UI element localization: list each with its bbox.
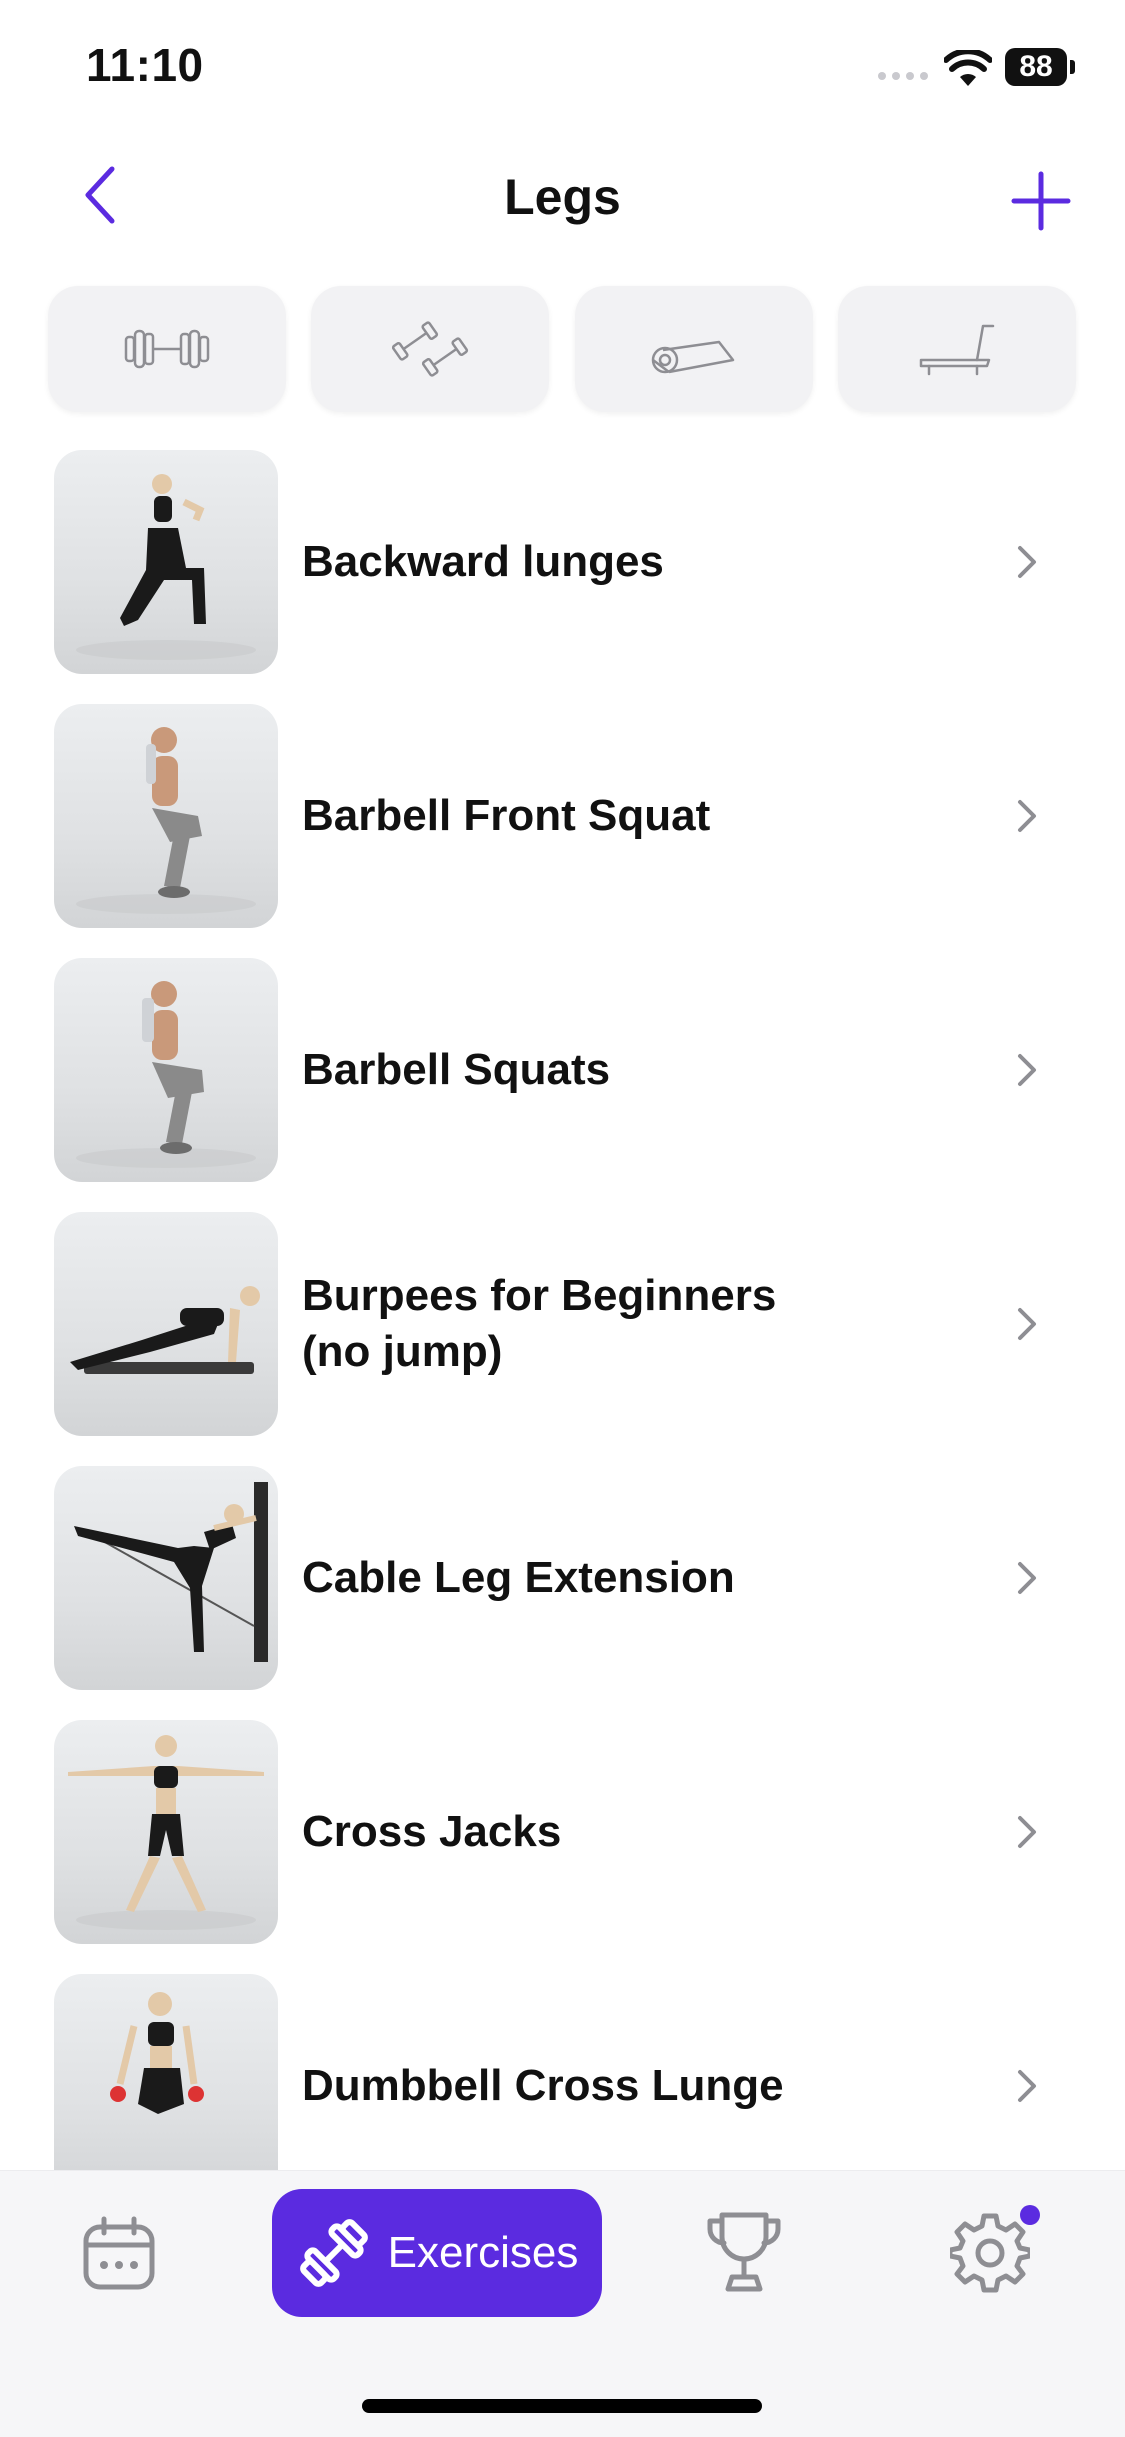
exercise-row-cable-leg-extension[interactable]: Cable Leg Extension: [0, 1464, 1125, 1718]
filter-treadmill[interactable]: [837, 286, 1076, 412]
gear-icon[interactable]: [950, 2213, 1030, 2293]
exercise-thumbnail: [54, 958, 278, 1182]
cellular-signal-icon: [878, 72, 928, 80]
figure-dumbbell-lunge-image: [74, 1992, 254, 2194]
treadmill-icon: [919, 324, 995, 376]
exercise-name: Burpees for Beginners (no jump): [302, 1271, 777, 1376]
figure-cable-kickback-image: [74, 1482, 268, 1662]
dumbbells-icon: [392, 321, 469, 377]
chevron-right-icon: [1018, 800, 1036, 832]
exercise-thumbnail: [54, 704, 278, 928]
exercise-name: Cable Leg Extension: [302, 1553, 735, 1602]
wifi-icon: [944, 50, 992, 86]
status-bar: 11:10 88: [0, 0, 1125, 140]
barbell-icon: [124, 329, 210, 369]
chevron-right-icon: [1018, 1816, 1036, 1848]
exercise-thumbnail: [54, 1212, 278, 1436]
exercise-name: Backward lunges: [302, 537, 664, 586]
notification-dot: [1020, 2205, 1040, 2225]
exercise-thumbnail: [54, 1974, 278, 2198]
chevron-right-icon: [1018, 1308, 1036, 1340]
exercise-list: Backward lunges Barbell Front Squat Barb…: [0, 448, 1125, 2226]
exercise-thumbnail: [54, 1720, 278, 1944]
chevron-right-icon: [1018, 2070, 1036, 2102]
exercise-thumbnail: [54, 450, 278, 674]
equipment-filter-bar: [48, 286, 1076, 414]
exercise-row-backward-lunges[interactable]: Backward lunges: [0, 448, 1125, 702]
exercise-row-cross-jacks[interactable]: Cross Jacks: [0, 1718, 1125, 1972]
exercise-name: Barbell Squats: [302, 1045, 611, 1094]
filter-dumbbells[interactable]: [311, 286, 550, 412]
trophy-icon[interactable]: [704, 2209, 784, 2295]
figure-front-squat-image: [76, 727, 256, 914]
figure-jacks-image: [68, 1735, 264, 1930]
exercise-thumbnail: [54, 1466, 278, 1690]
exercise-name: Dumbbell Cross Lunge: [302, 2061, 784, 2110]
exercise-name: Barbell Front Squat: [302, 791, 711, 840]
yoga-mat-icon: [651, 340, 734, 374]
dumbbell-icon: [299, 2219, 368, 2287]
exercise-row-barbell-squats[interactable]: Barbell Squats: [0, 956, 1125, 1210]
calendar-icon[interactable]: [80, 2215, 158, 2293]
exercise-row-barbell-front-squat[interactable]: Barbell Front Squat: [0, 702, 1125, 956]
filter-mat[interactable]: [574, 286, 813, 412]
exercise-row-burpees-beginners[interactable]: Burpees for Beginners (no jump): [0, 1210, 1125, 1464]
filter-barbell[interactable]: [48, 286, 286, 412]
tab-exercises[interactable]: Exercises: [272, 2189, 602, 2317]
battery-tip: [1070, 60, 1075, 74]
page-title: Legs: [504, 169, 621, 225]
figure-lunge-image: [76, 474, 256, 660]
status-time: 11:10: [86, 39, 204, 91]
chevron-right-icon: [1018, 1562, 1036, 1594]
chevron-right-icon: [1018, 546, 1036, 578]
chevron-right-icon: [1018, 1054, 1036, 1086]
home-indicator: [362, 2399, 762, 2413]
figure-squat-image: [76, 981, 256, 1168]
add-button[interactable]: [1008, 168, 1074, 234]
tab-exercises-label: Exercises: [387, 2228, 579, 2277]
battery-icon: 88: [1005, 48, 1067, 86]
tab-bar: Exercises: [0, 2170, 1125, 2437]
exercise-name: Cross Jacks: [302, 1807, 562, 1856]
figure-plank-image: [70, 1286, 260, 1374]
